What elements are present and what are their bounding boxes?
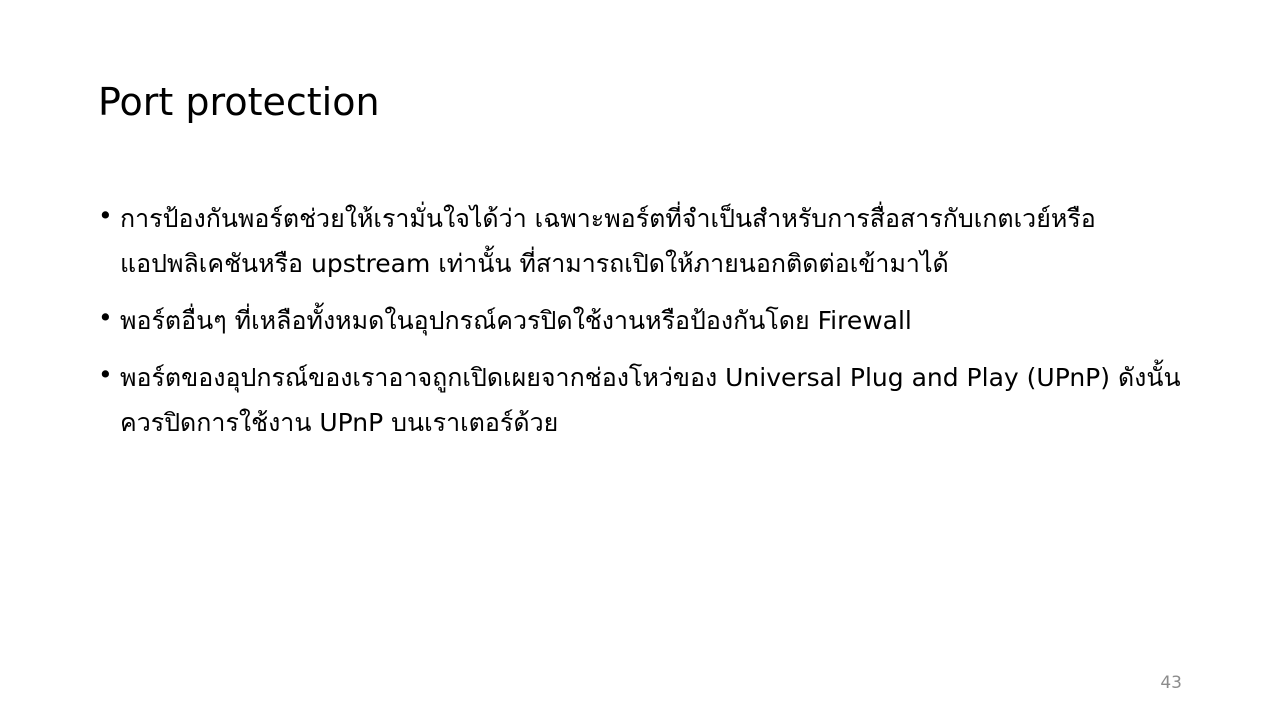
bullet-list: • การป้องกันพอร์ตช่วยให้เรามั่นใจได้ว่า … (98, 196, 1188, 457)
bullet-dot: • (98, 201, 113, 230)
bullet-item: • การป้องกันพอร์ตช่วยให้เรามั่นใจได้ว่า … (98, 196, 1188, 286)
page-number: 43 (1160, 673, 1182, 693)
bullet-item: • พอร์ตอื่นๆ ที่เหลือทั้งหมดในอุปกรณ์ควร… (98, 298, 1188, 343)
slide-title: Port protection (98, 80, 380, 124)
bullet-text: พอร์ตอื่นๆ ที่เหลือทั้งหมดในอุปกรณ์ควรปิ… (120, 306, 912, 335)
bullet-text: การป้องกันพอร์ตช่วยให้เรามั่นใจได้ว่า เฉ… (120, 204, 1096, 278)
bullet-dot: • (98, 360, 113, 389)
bullet-text: พอร์ตของอุปกรณ์ของเราอาจถูกเปิดเผยจากช่อ… (120, 363, 1181, 437)
bullet-dot: • (98, 303, 113, 332)
bullet-item: • พอร์ตของอุปกรณ์ของเราอาจถูกเปิดเผยจากช… (98, 355, 1188, 445)
